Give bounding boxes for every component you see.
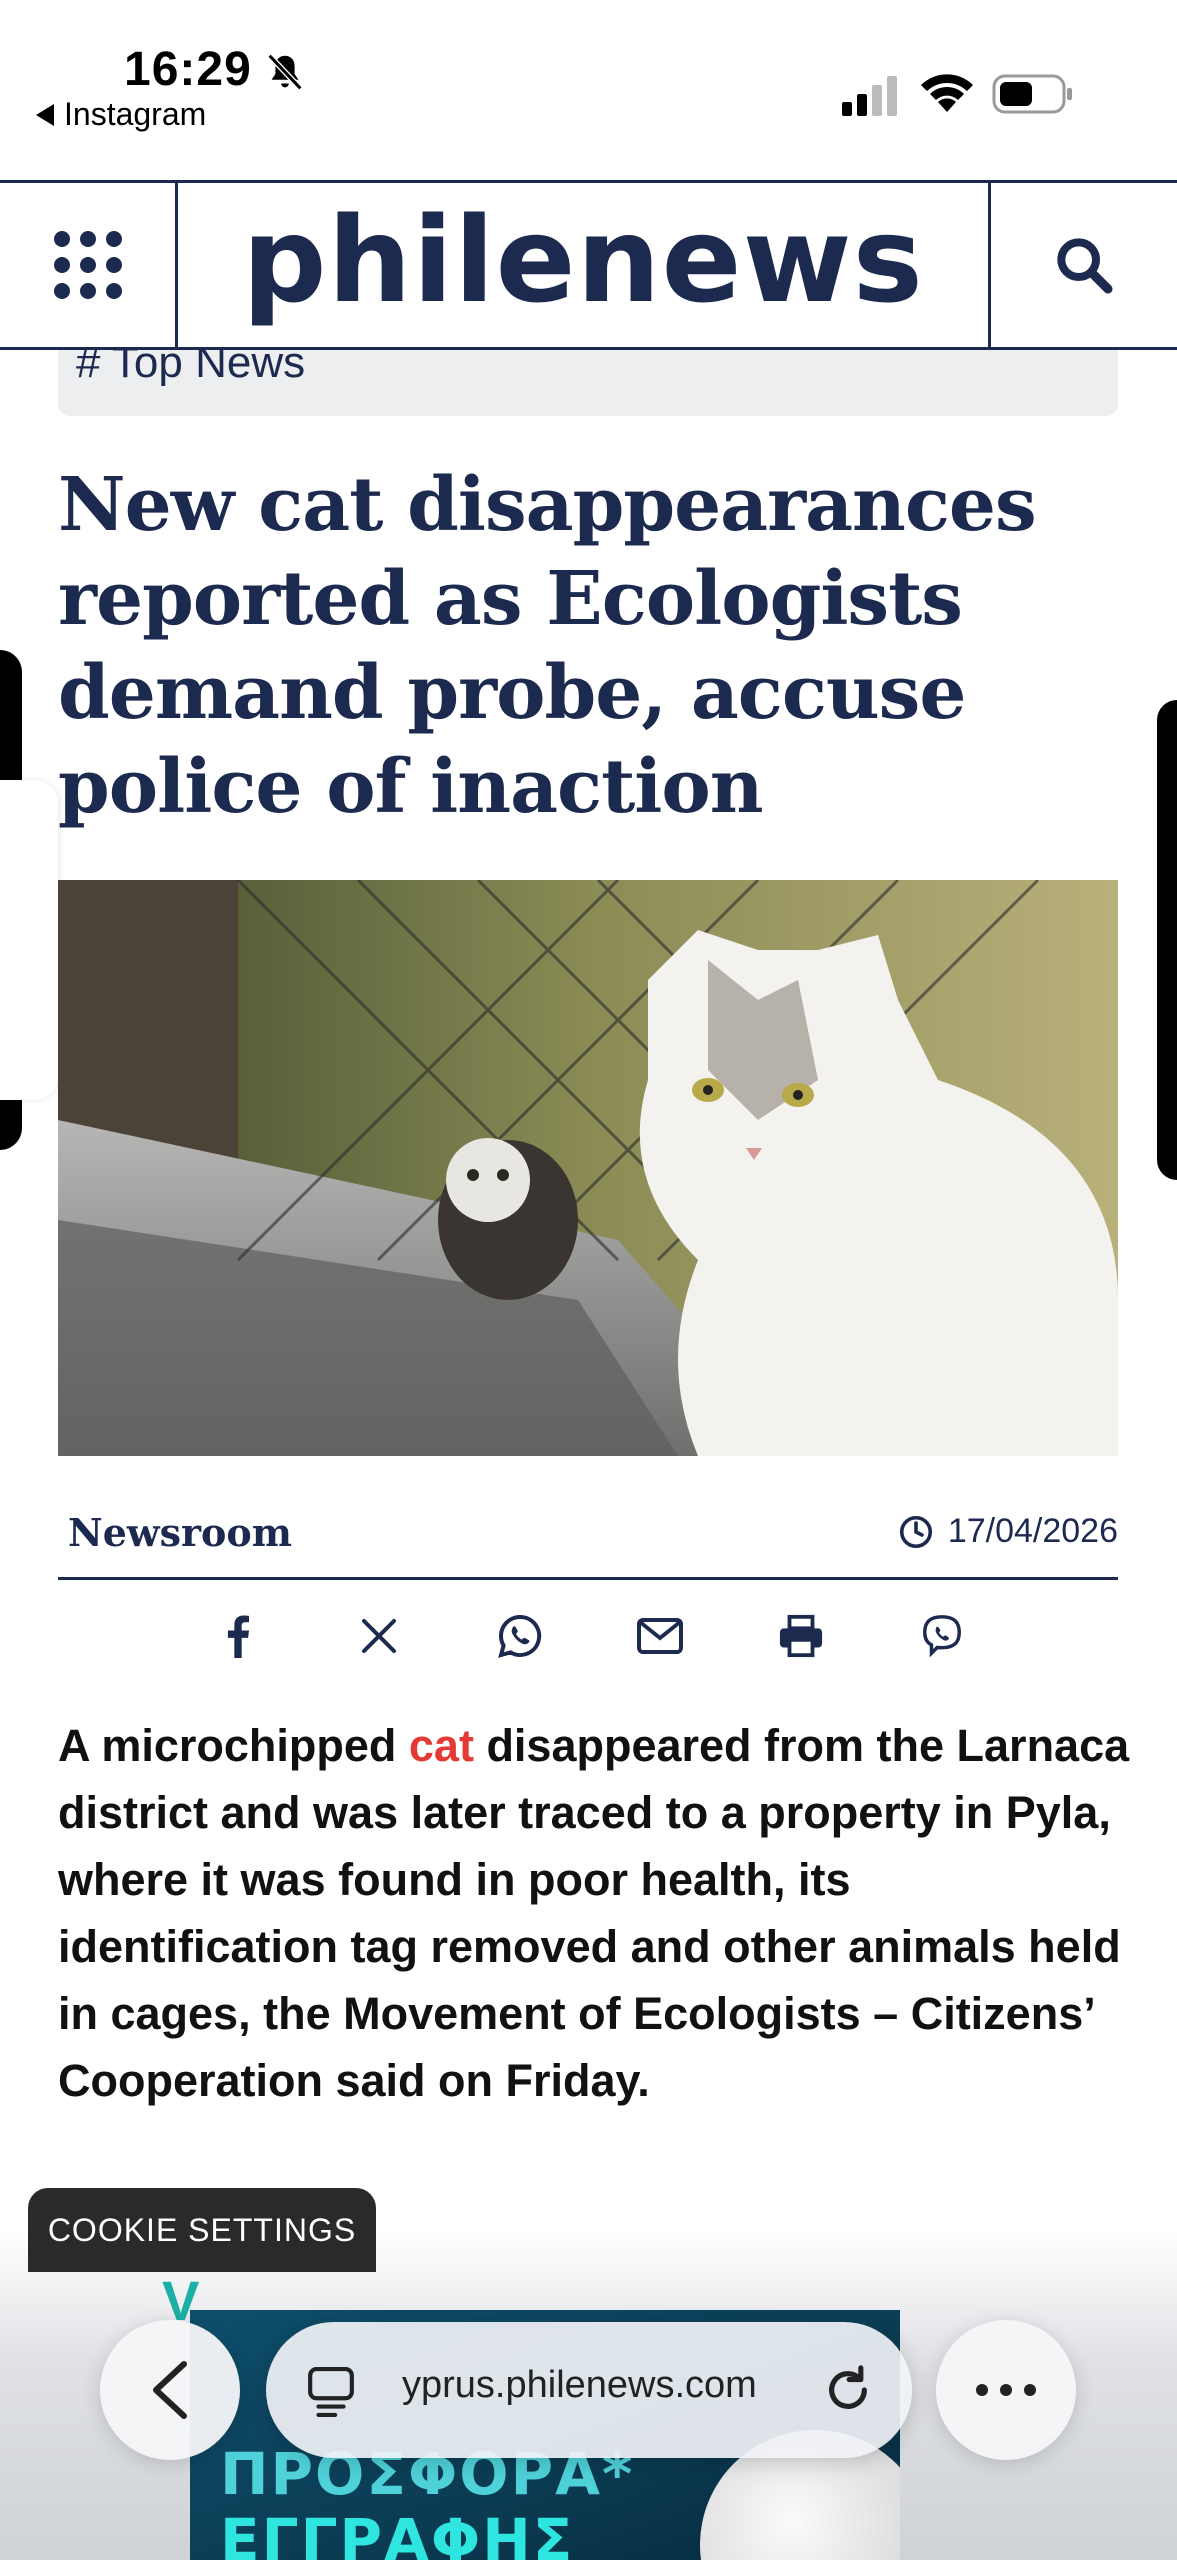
site-header: philenews (0, 180, 1177, 350)
reload-icon[interactable] (820, 2362, 876, 2418)
dot (976, 2384, 988, 2396)
browser-back-button[interactable] (100, 2320, 240, 2460)
back-triangle-icon (36, 103, 54, 126)
status-bar: 16:29 Instagram (0, 0, 1177, 180)
ad-headline-2: ΕΓΓΡΑΦΗΣ (220, 2506, 575, 2560)
viber-share-button[interactable] (914, 1608, 970, 1664)
bell-muted-icon (267, 53, 303, 91)
wifi-icon (921, 74, 973, 112)
share-bar (210, 1604, 970, 1668)
cats-photo (58, 880, 1118, 1456)
print-button[interactable] (773, 1608, 829, 1664)
cat-tag-link[interactable]: cat (409, 1720, 474, 1771)
status-time: 16:29 (124, 43, 252, 96)
article-meta: Newsroom 17/04/2026 (58, 1500, 1118, 1580)
menu-button[interactable] (0, 183, 178, 347)
facebook-share-button[interactable] (210, 1608, 266, 1664)
grid-menu-icon (53, 231, 122, 299)
article-image (58, 880, 1118, 1456)
cellular-signal-icon (842, 76, 897, 116)
side-audio-tab[interactable] (0, 780, 58, 1100)
right-edge-shape (1157, 700, 1177, 1180)
battery-icon (992, 74, 1072, 114)
whatsapp-share-button[interactable] (492, 1608, 548, 1664)
category-tag[interactable]: # Top News (58, 350, 1118, 416)
url-text: yprus.philenews.com (402, 2364, 757, 2406)
dot (1024, 2384, 1036, 2396)
x-share-button[interactable] (351, 1608, 407, 1664)
dot (1000, 2384, 1012, 2396)
date-text: 17/04/2026 (947, 1512, 1118, 1550)
email-icon (637, 1618, 684, 1654)
search-button[interactable] (988, 183, 1177, 347)
cookie-settings-button[interactable]: COOKIE SETTINGS (28, 2188, 376, 2272)
back-app-label: Instagram (64, 96, 207, 132)
category-label: # Top News (76, 350, 306, 387)
email-share-button[interactable] (632, 1608, 688, 1664)
whatsapp-icon (497, 1614, 541, 1658)
print-icon (780, 1614, 823, 1658)
body-text-rest: disappeared from the Larnaca district an… (58, 1720, 1130, 2106)
facebook-icon (227, 1615, 249, 1658)
search-icon (1057, 238, 1113, 294)
address-bar[interactable]: yprus.philenews.com (266, 2322, 912, 2458)
page-menu-icon (308, 2367, 354, 2417)
body-text-start: A microchipped (58, 1720, 409, 1771)
back-to-app-button[interactable]: Instagram (36, 96, 206, 133)
more-options-button[interactable] (936, 2320, 1076, 2460)
clock-icon (899, 1515, 932, 1548)
x-icon (361, 1619, 396, 1653)
site-logo[interactable]: philenews (178, 183, 988, 347)
article-headline: New cat disappearances reported as Ecolo… (58, 462, 1037, 830)
chevron-left-icon (153, 2361, 187, 2419)
publish-date: 17/04/2026 (898, 1512, 1118, 1551)
article-body: A microchipped cat disappeared from the … (58, 1712, 1138, 2114)
viber-icon (923, 1615, 961, 1658)
author-link[interactable]: Newsroom (68, 1510, 292, 1555)
